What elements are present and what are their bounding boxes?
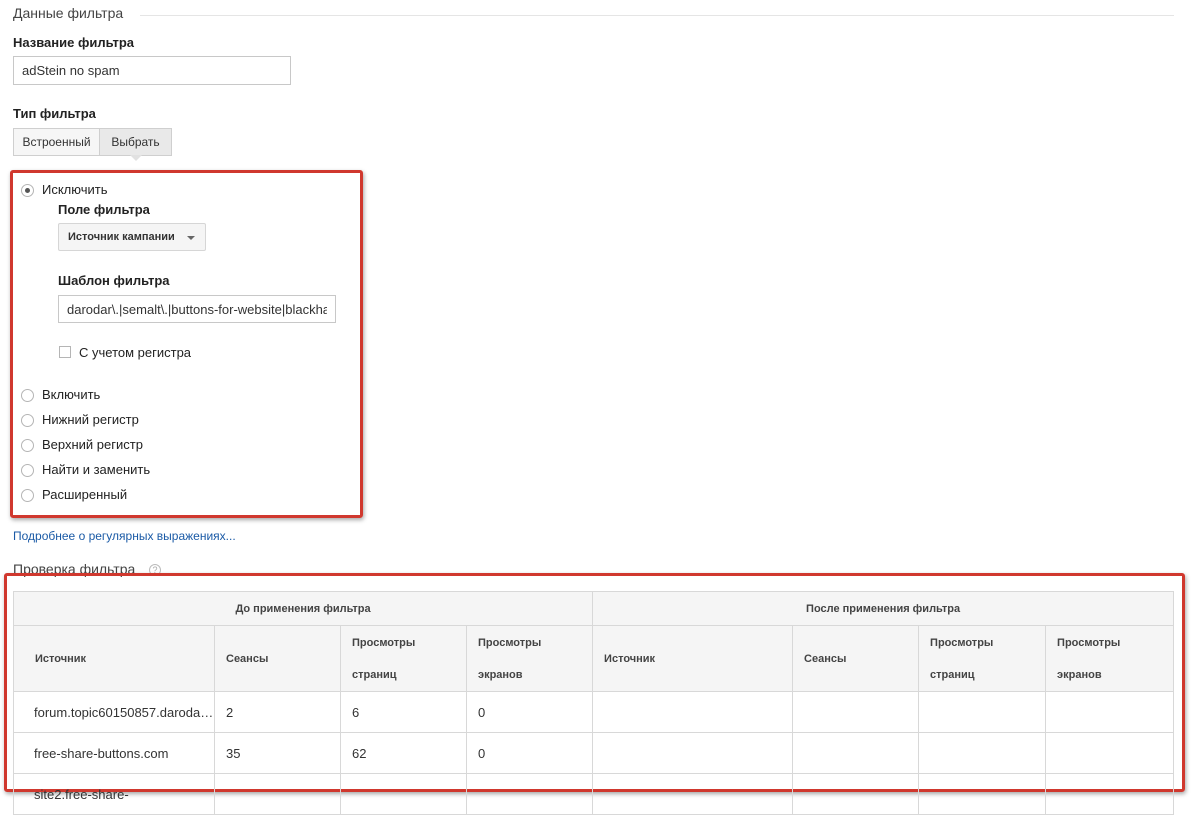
- table-column-header-row: Источник Сеансы Просмотры страниц Просмо…: [13, 625, 1175, 692]
- active-tab-pointer: [130, 155, 142, 161]
- cell-screenviews: 0: [465, 732, 594, 774]
- radio-search-replace[interactable]: [21, 464, 34, 477]
- section-title: Данные фильтра: [13, 5, 124, 21]
- cell-source: site2.free-share-: [13, 773, 215, 815]
- section-divider: [140, 15, 1174, 16]
- table-row: free-share-buttons.com 35 62 0: [13, 732, 1175, 774]
- cell-after-source: [592, 773, 794, 815]
- radio-exclude[interactable]: [21, 184, 34, 197]
- table-row: forum.topic60150857.darodar.com 2 6 0: [13, 691, 1175, 733]
- filter-field-value: Источник кампании: [68, 231, 175, 243]
- tab-predefined[interactable]: Встроенный: [13, 128, 100, 156]
- regex-help-link[interactable]: Подробнее о регулярных выражениях...: [13, 529, 236, 543]
- col-after-sessions: Сеансы: [792, 625, 920, 692]
- cell-screenviews: 0: [465, 691, 594, 733]
- verify-table: До применения фильтра После применения ф…: [12, 591, 1175, 815]
- filter-type-label: Тип фильтра: [13, 106, 96, 121]
- col-before-screenviews: Просмотры экранов: [465, 625, 594, 692]
- cell-sessions: [214, 773, 341, 815]
- radio-exclude-label: Исключить: [42, 182, 108, 197]
- cell-after-sessions: [792, 732, 920, 774]
- radio-advanced-label: Расширенный: [42, 487, 128, 502]
- cell-after-pageviews: [918, 691, 1047, 733]
- filter-name-label: Название фильтра: [13, 35, 134, 50]
- filter-field-dropdown[interactable]: Источник кампании: [58, 223, 206, 251]
- col-before-pageviews: Просмотры страниц: [340, 625, 467, 692]
- radio-search-replace-label: Найти и заменить: [42, 462, 151, 477]
- cell-pageviews: [340, 773, 467, 815]
- table-row: site2.free-share-: [13, 773, 1175, 815]
- radio-include-label: Включить: [42, 387, 101, 402]
- col-after-pageviews: Просмотры страниц: [918, 625, 1047, 692]
- tab-custom[interactable]: Выбрать: [100, 128, 172, 156]
- after-filter-header: После применения фильтра: [592, 591, 1175, 626]
- cell-source: forum.topic60150857.darodar.com: [13, 691, 215, 733]
- cell-after-pageviews: [918, 732, 1047, 774]
- col-before-source: Источник: [13, 625, 215, 692]
- cell-pageviews: 6: [340, 691, 467, 733]
- cell-after-sessions: [792, 691, 920, 733]
- col-after-screenviews: Просмотры экранов: [1045, 625, 1175, 692]
- radio-uppercase-label: Верхний регистр: [42, 437, 143, 452]
- cell-after-source: [592, 691, 794, 733]
- filter-pattern-input[interactable]: [58, 295, 336, 323]
- before-filter-header: До применения фильтра: [12, 591, 594, 626]
- cell-after-sessions: [792, 773, 920, 815]
- cell-pageviews: 62: [340, 732, 467, 774]
- case-sensitive-checkbox[interactable]: [59, 346, 71, 358]
- radio-advanced[interactable]: [21, 489, 34, 502]
- radio-lowercase-label: Нижний регистр: [42, 412, 139, 427]
- cell-sessions: 2: [214, 691, 341, 733]
- cell-after-screenviews: [1045, 691, 1175, 733]
- chevron-down-icon: [187, 236, 195, 240]
- filter-type-toggle: Встроенный Выбрать: [13, 128, 172, 156]
- filter-field-label: Поле фильтра: [58, 202, 150, 217]
- cell-screenviews: [465, 773, 594, 815]
- case-sensitive-label: С учетом регистра: [79, 345, 192, 360]
- cell-after-source: [592, 732, 794, 774]
- radio-include[interactable]: [21, 389, 34, 402]
- cell-after-screenviews: [1045, 732, 1175, 774]
- cell-after-screenviews: [1045, 773, 1175, 815]
- filter-pattern-label: Шаблон фильтра: [58, 273, 170, 288]
- cell-sessions: 35: [214, 732, 341, 774]
- cell-source: free-share-buttons.com: [13, 732, 215, 774]
- cell-after-pageviews: [918, 773, 1047, 815]
- col-before-sessions: Сеансы: [214, 625, 341, 692]
- radio-lowercase[interactable]: [21, 414, 34, 427]
- table-group-header-row: До применения фильтра После применения ф…: [12, 591, 1175, 626]
- radio-uppercase[interactable]: [21, 439, 34, 452]
- col-after-source: Источник: [592, 625, 794, 692]
- filter-name-input[interactable]: [13, 56, 291, 85]
